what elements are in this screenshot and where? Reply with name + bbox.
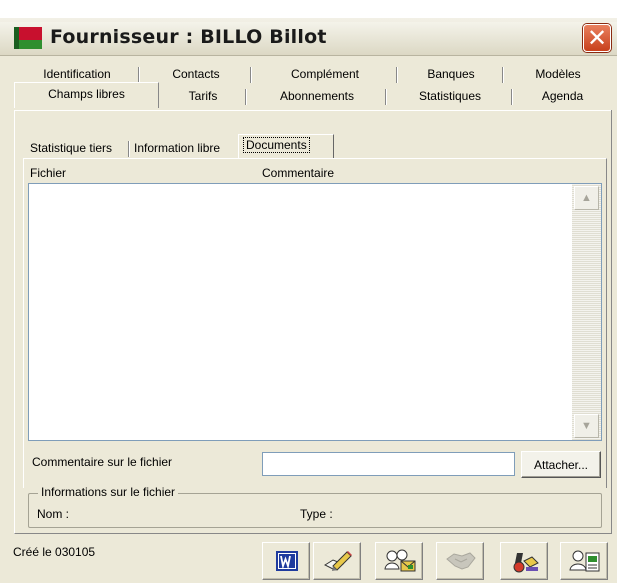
app-flag-icon [14, 27, 42, 49]
vertical-scrollbar[interactable]: ▲ ▼ [572, 184, 601, 440]
handshake-icon [446, 552, 476, 570]
title-bar: Fournisseur : BILLO Billot ✕ [0, 0, 617, 56]
users-mail-icon [384, 549, 416, 572]
user-card-icon [569, 550, 600, 572]
word-button[interactable] [262, 542, 310, 580]
word-document-icon [276, 551, 298, 571]
attach-button[interactable]: Attacher... [521, 451, 601, 478]
close-button[interactable]: ✕ [583, 24, 611, 52]
supplier-window: Fournisseur : BILLO Billot ✕ Identificat… [0, 0, 617, 583]
tab-tarifs[interactable]: Tarifs [159, 86, 247, 106]
user-card-button[interactable] [560, 542, 608, 580]
contacts-mail-button[interactable] [375, 542, 423, 580]
documents-list[interactable]: ▲ ▼ [28, 183, 602, 441]
tab-champs-libres[interactable]: Champs libres [14, 82, 159, 108]
print-setup-button[interactable] [500, 542, 548, 580]
subtab-information-libre[interactable]: Information libre [130, 139, 238, 159]
created-date-text: Créé le 030105 [13, 545, 96, 559]
print-setup-icon [513, 553, 539, 573]
tab-contacts[interactable]: Contacts [140, 64, 252, 84]
column-header-commentaire[interactable]: Commentaire [262, 166, 334, 180]
file-type-label: Type : [300, 507, 333, 521]
main-tabs: Identification Contacts Complément Banqu… [14, 64, 612, 116]
tab-statistiques[interactable]: Statistiques [387, 86, 513, 106]
handshake-button[interactable] [436, 542, 484, 580]
file-name-label: Nom : [37, 507, 70, 521]
comment-label: Commentaire sur le fichier [32, 455, 173, 469]
tab-complement[interactable]: Complément [252, 64, 398, 84]
list-header: Fichier Commentaire [28, 166, 604, 184]
tab-abonnements[interactable]: Abonnements [247, 86, 387, 106]
comment-input[interactable] [262, 452, 515, 476]
tab-banques[interactable]: Banques [398, 64, 504, 84]
tab-agenda[interactable]: Agenda [513, 86, 612, 106]
tab-modeles[interactable]: Modèles [504, 64, 612, 84]
subtab-documents[interactable]: Documents [238, 134, 334, 158]
file-info-legend: Informations sur le fichier [38, 485, 179, 499]
tab-identification[interactable]: Identification [14, 64, 140, 84]
window-title: Fournisseur : BILLO Billot [50, 26, 327, 48]
edit-pencil-icon [323, 551, 352, 571]
edit-button[interactable] [313, 542, 361, 580]
subtab-statistique-tiers[interactable]: Statistique tiers [26, 139, 130, 159]
scroll-up-button[interactable]: ▲ [574, 186, 599, 210]
column-header-fichier[interactable]: Fichier [30, 166, 66, 180]
scroll-down-button[interactable]: ▼ [574, 414, 599, 438]
